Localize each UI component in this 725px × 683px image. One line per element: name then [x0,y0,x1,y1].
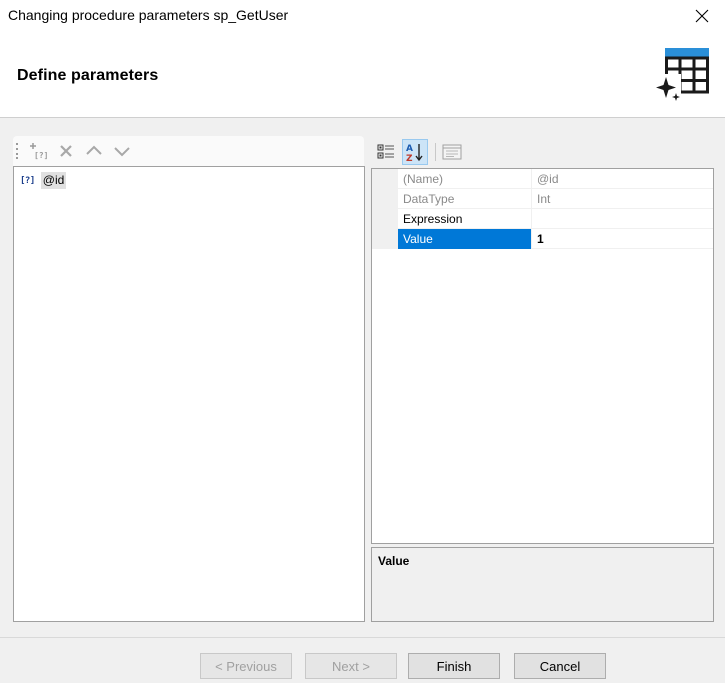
parameter-name: @id [40,172,67,189]
previous-button[interactable]: < Previous [200,653,292,679]
move-up-icon [86,145,102,155]
parameter-icon: [?] [20,175,35,186]
toolbar-grip-icon[interactable] [16,143,19,159]
property-label[interactable]: DataType [398,189,532,209]
delete-parameter-button[interactable] [56,141,76,161]
close-icon [695,9,709,23]
table-wizard-icon [655,48,709,102]
property-label[interactable]: Expression [398,209,532,229]
property-value: @id [537,172,559,186]
cancel-button[interactable]: Cancel [514,653,606,679]
next-button[interactable]: Next > [305,653,397,679]
move-down-icon [114,147,130,157]
close-button[interactable] [679,0,725,32]
categorized-button[interactable] [373,139,399,165]
property-value[interactable] [532,209,713,229]
footer-divider [0,637,725,638]
property-pages-icon [442,144,462,160]
move-down-button[interactable] [112,141,132,161]
property-row-expression[interactable]: Expression [372,209,713,229]
svg-text:A: A [406,144,413,154]
property-row-value[interactable]: Value 1 [372,229,713,249]
property-label[interactable]: Value [398,229,532,249]
property-value[interactable]: 1 [532,229,713,249]
add-parameter-button[interactable]: [?] [27,141,47,161]
property-description: Value [371,547,714,622]
page-title: Define parameters [17,67,159,84]
wizard-header: Define parameters [0,32,725,118]
property-label[interactable]: (Name) [398,169,532,189]
alphabetical-icon: A Z [406,144,423,163]
parameter-list[interactable]: [?] @id [13,166,365,622]
property-row-name[interactable]: (Name) @id [372,169,713,189]
finish-button[interactable]: Finish [408,653,500,679]
move-up-button[interactable] [84,141,104,161]
list-item[interactable]: [?] @id [20,172,67,189]
delete-icon [60,145,72,157]
description-title: Value [378,554,410,568]
toolbar-separator [435,143,436,161]
alphabetical-button[interactable]: A Z [402,139,428,165]
property-pages-button[interactable] [439,139,465,165]
parameters-toolbar: [?] [13,136,364,166]
property-grid-toolbar: A Z [371,136,713,166]
property-value: Int [537,192,551,206]
add-parameter-icon: [?] [30,143,47,160]
svg-text:Z: Z [406,154,413,163]
categorized-icon [377,144,394,159]
window-title: Changing procedure parameters sp_GetUser [8,7,289,23]
property-row-datatype[interactable]: DataType Int [372,189,713,209]
svg-text:[?]: [?] [34,151,47,160]
property-grid[interactable]: (Name) @id DataType Int Expression Value… [371,168,714,544]
title-bar: Changing procedure parameters sp_GetUser [0,0,725,32]
